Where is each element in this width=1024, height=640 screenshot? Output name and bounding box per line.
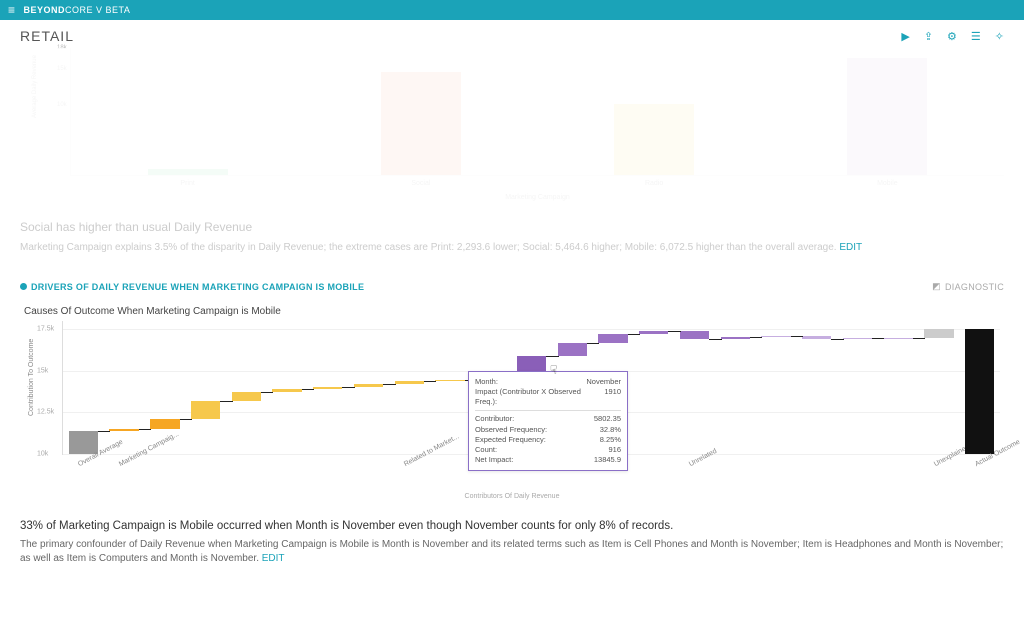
tt-ef-k: Expected Frequency:	[475, 435, 546, 445]
insight1-title: Social has higher than usual Daily Reven…	[20, 218, 1004, 236]
play-icon[interactable]: ▶	[901, 30, 909, 43]
top-chart-ylabel: Average Daily Revenue	[32, 55, 38, 118]
insight-block-1: Social has higher than usual Daily Reven…	[20, 218, 1004, 255]
header-actions: ▶ ⇪ ⚙ ☰ ✧	[901, 30, 1004, 43]
top-bar-label: Social	[381, 180, 461, 187]
waterfall-bar[interactable]	[680, 331, 709, 339]
top-bar-mobile[interactable]	[847, 58, 927, 175]
waterfall-chart[interactable]: Contribution To Outcome 10k12.5k15k17.5k…	[50, 321, 1000, 491]
waterfall-xlabel: Contributors Of Daily Revenue	[20, 493, 1004, 500]
top-bar-print[interactable]	[148, 169, 228, 175]
insight1-edit-link[interactable]: EDIT	[839, 242, 862, 253]
cursor-icon: ☟	[550, 363, 557, 377]
waterfall-bar[interactable]	[191, 401, 220, 419]
waterfall-bar[interactable]	[843, 338, 872, 340]
waterfall-bar[interactable]	[354, 384, 383, 386]
waterfall-bar[interactable]	[721, 337, 750, 339]
tt-count-v: 916	[608, 445, 621, 455]
waterfall-category-label: Marketing Campaig...	[118, 431, 180, 468]
page-header: RETAIL ▶ ⇪ ⚙ ☰ ✧	[0, 20, 1024, 48]
tt-ni-k: Net Impact:	[475, 455, 513, 465]
diagnostic-label: DIAGNOSTIC	[945, 282, 1004, 292]
tt-ef-v: 8.25%	[600, 435, 621, 445]
insight2-body: The primary confounder of Daily Revenue …	[20, 539, 1003, 565]
app-topbar: ≡ BEYONDCORE V BETA	[0, 0, 1024, 20]
gear-icon[interactable]: ⚙	[947, 30, 957, 43]
waterfall-bar[interactable]	[313, 387, 342, 389]
list-icon[interactable]: ☰	[971, 30, 981, 43]
tt-contrib-v: 5802.35	[594, 414, 621, 424]
waterfall-bar[interactable]	[435, 380, 464, 381]
waterfall-bar[interactable]	[150, 419, 179, 429]
insight2-edit-link[interactable]: EDIT	[262, 553, 285, 564]
insight2-title: 33% of Marketing Campaign is Mobile occu…	[20, 518, 1004, 535]
section-dot-icon	[20, 283, 27, 290]
waterfall-ylabel: Contribution To Outcome	[28, 339, 35, 416]
top-bar-label: Mobile	[847, 180, 927, 187]
insight1-body: Marketing Campaign explains 3.5% of the …	[20, 242, 837, 253]
top-bar-radio[interactable]	[614, 104, 694, 175]
waterfall-bar[interactable]	[761, 336, 790, 337]
waterfall-category-label: Related to Market...	[403, 433, 460, 468]
waterfall-bar[interactable]	[639, 331, 668, 334]
top-bar-social[interactable]	[381, 72, 461, 175]
tt-month-k: Month:	[475, 377, 498, 387]
top-chart-panel: Average Daily Revenue 10k15k18kPrintSoci…	[20, 48, 1004, 208]
section-title-text: DRIVERS OF DAILY REVENUE WHEN MARKETING …	[31, 282, 364, 292]
waterfall-bar[interactable]	[395, 381, 424, 384]
bulb-icon[interactable]: ✧	[995, 30, 1004, 43]
top-bar-label: Radio	[614, 180, 694, 187]
diagnostic-selector[interactable]: ◩ DIAGNOSTIC	[932, 281, 1004, 292]
waterfall-bar[interactable]	[232, 392, 261, 400]
waterfall-bar[interactable]	[598, 334, 627, 342]
tt-impact-v: 1910	[604, 387, 621, 407]
tt-of-k: Observed Frequency:	[475, 425, 547, 435]
waterfall-title: Causes Of Outcome When Marketing Campaig…	[24, 306, 1004, 317]
insight-block-2: 33% of Marketing Campaign is Mobile occu…	[20, 518, 1004, 567]
page-title: RETAIL	[20, 28, 74, 44]
waterfall-bar[interactable]	[558, 343, 587, 356]
section-title: DRIVERS OF DAILY REVENUE WHEN MARKETING …	[20, 282, 364, 292]
brand-bold: BEYOND	[24, 5, 66, 15]
brand: BEYONDCORE V BETA	[24, 5, 131, 15]
tt-contrib-k: Contributor:	[475, 414, 514, 424]
waterfall-bar[interactable]	[272, 389, 301, 392]
waterfall-bar[interactable]	[965, 329, 994, 454]
chart-tooltip: Month: November Impact (Contributor X Obs…	[468, 371, 628, 471]
diagnostic-icon: ◩	[932, 281, 941, 292]
waterfall-bar[interactable]	[69, 431, 98, 454]
share-icon[interactable]: ⇪	[924, 30, 933, 43]
waterfall-bar[interactable]	[883, 338, 912, 339]
waterfall-bar[interactable]	[802, 336, 831, 339]
tt-month-v: November	[586, 377, 621, 387]
waterfall-bar[interactable]	[924, 329, 953, 338]
menu-icon[interactable]: ≡	[8, 4, 16, 16]
tt-ni-v: 13845.9	[594, 455, 621, 465]
tt-count-k: Count:	[475, 445, 497, 455]
waterfall-category-label: Unrelated	[688, 448, 718, 468]
tt-impact-k: Impact (Contributor X Observed Freq.):	[475, 387, 604, 407]
waterfall-bar[interactable]	[109, 429, 138, 431]
brand-rest: CORE V BETA	[65, 5, 130, 15]
tt-of-v: 32.8%	[600, 425, 621, 435]
section-header: DRIVERS OF DAILY REVENUE WHEN MARKETING …	[20, 281, 1004, 292]
top-bar-label: Print	[148, 180, 228, 187]
top-bar-chart[interactable]: Average Daily Revenue 10k15k18kPrintSoci…	[50, 48, 1004, 188]
